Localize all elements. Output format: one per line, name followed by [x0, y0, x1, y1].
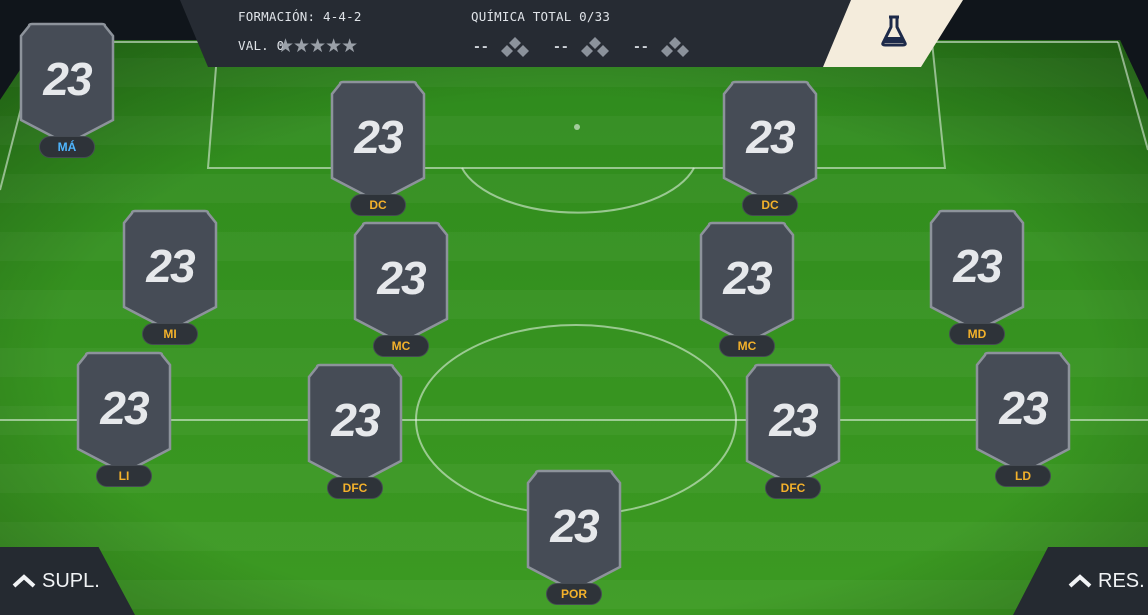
player-rating: 23 — [100, 382, 149, 434]
position-badge: DFC — [765, 477, 821, 499]
player-rating: 23 — [331, 394, 380, 446]
chevron-up-icon — [1068, 574, 1092, 588]
player-rating: 23 — [999, 382, 1048, 434]
player-card[interactable]: 23 — [526, 469, 622, 593]
rating-stars: ★★★★★ — [277, 35, 358, 57]
chevron-up-icon — [12, 574, 36, 588]
player-card[interactable]: 23 — [76, 351, 172, 475]
chemistry-value: -- — [473, 39, 489, 55]
player-card[interactable]: 23 — [19, 22, 115, 146]
player-rating: 23 — [723, 252, 772, 304]
player-rating: 23 — [953, 240, 1002, 292]
position-badge: MI — [142, 323, 198, 345]
reserves-label: RES. — [1098, 569, 1145, 592]
position-badge: DC — [350, 194, 406, 216]
player-card[interactable]: 23 — [353, 221, 449, 345]
position-badge: POR — [546, 583, 602, 605]
chemistry-slot: -- — [473, 36, 531, 58]
chemistry-slot: -- — [553, 36, 611, 58]
flask-icon[interactable] — [880, 15, 908, 47]
player-card[interactable]: 23 — [122, 209, 218, 333]
player-card[interactable]: 23 — [330, 80, 426, 204]
chemistry-value: -- — [633, 39, 649, 55]
player-card[interactable]: 23 — [307, 363, 403, 487]
chemistry-diamond-icon — [580, 37, 609, 57]
chemistry-slot: -- — [633, 36, 691, 58]
position-badge: MÁ — [39, 136, 95, 158]
player-rating: 23 — [146, 240, 195, 292]
chemistry-diamond-icon — [500, 37, 529, 57]
chemistry-value: -- — [553, 39, 569, 55]
position-badge: MC — [373, 335, 429, 357]
player-card[interactable]: 23 — [745, 363, 841, 487]
position-badge: MC — [719, 335, 775, 357]
player-card[interactable]: 23 — [722, 80, 818, 204]
player-rating: 23 — [377, 252, 426, 304]
position-badge: MD — [949, 323, 1005, 345]
player-rating: 23 — [550, 500, 599, 552]
player-card[interactable]: 23 — [929, 209, 1025, 333]
player-card[interactable]: 23 — [975, 351, 1071, 475]
formation-label: FORMACIÓN: 4-4-2 — [238, 9, 362, 24]
position-badge: LD — [995, 465, 1051, 487]
position-badge: DFC — [327, 477, 383, 499]
chemistry-total-label: QUÍMICA TOTAL 0/33 — [471, 9, 611, 24]
position-badge: DC — [742, 194, 798, 216]
player-rating: 23 — [746, 111, 795, 163]
position-badge: LI — [96, 465, 152, 487]
player-rating: 23 — [769, 394, 818, 446]
chemistry-diamond-icon — [660, 37, 689, 57]
player-card[interactable]: 23 — [699, 221, 795, 345]
substitutes-label: SUPL. — [42, 569, 100, 592]
player-rating: 23 — [43, 53, 92, 105]
player-rating: 23 — [354, 111, 403, 163]
